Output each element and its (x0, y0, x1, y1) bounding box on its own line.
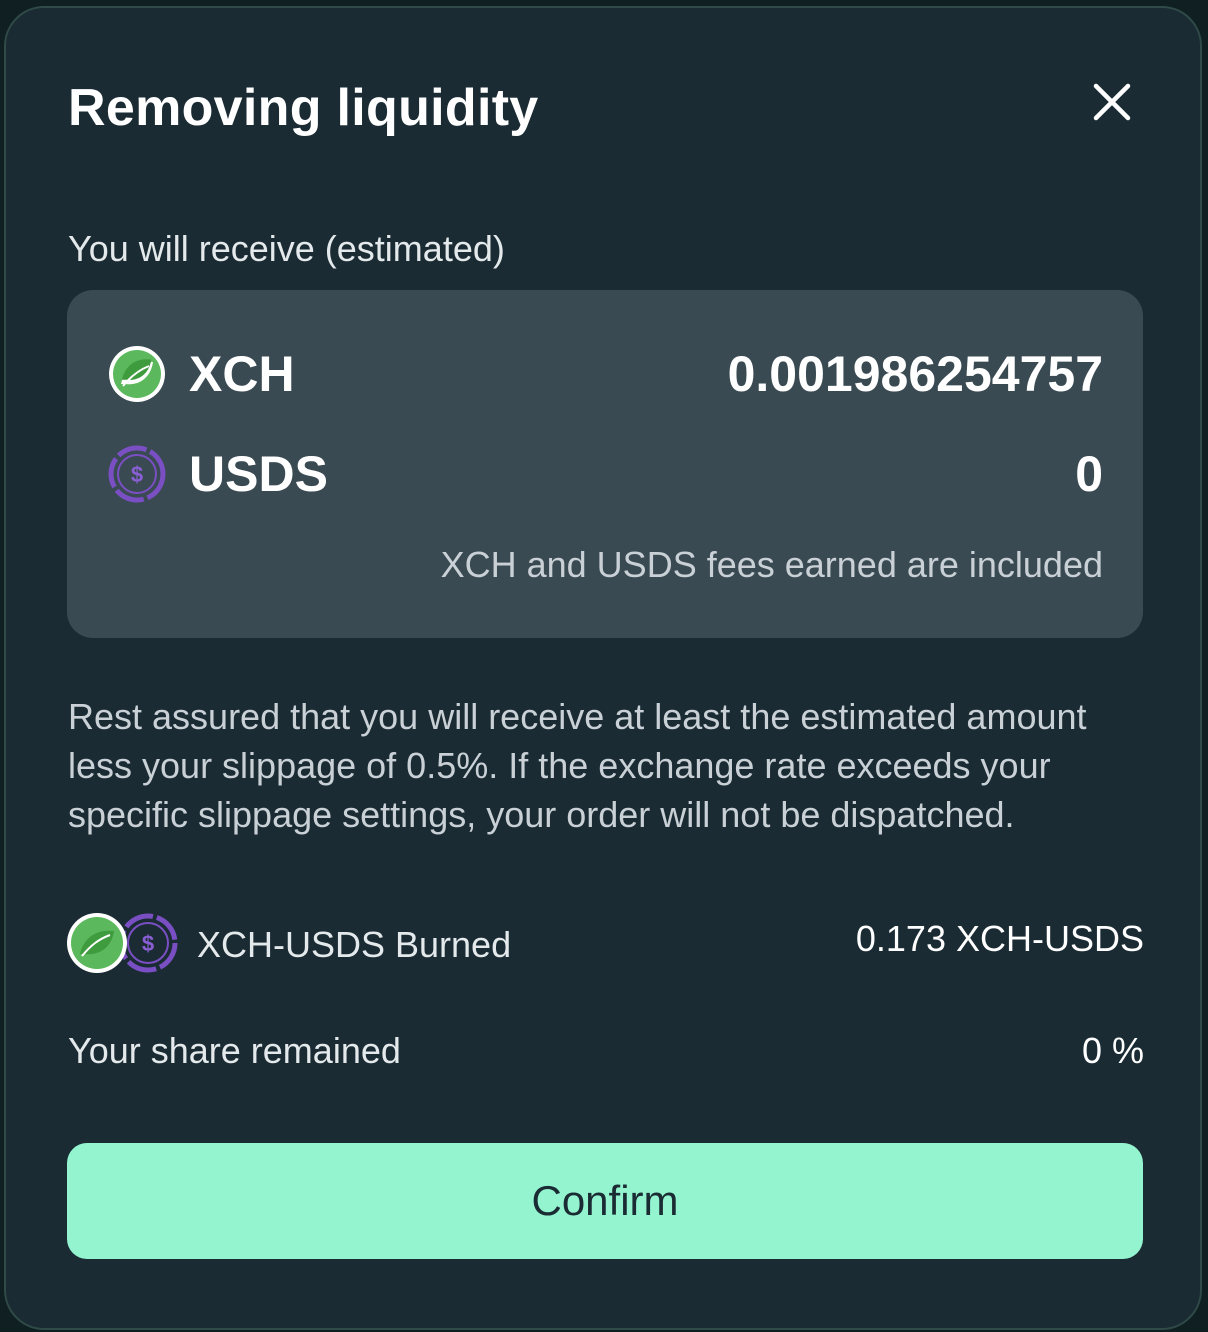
token-symbol-usds: USDS (189, 446, 328, 502)
confirm-button[interactable]: Confirm (67, 1143, 1143, 1259)
share-row: Your share remained 0 % (68, 1030, 1144, 1080)
svg-text:$: $ (142, 931, 154, 956)
receive-subtitle: You will receive (estimated) (68, 228, 505, 269)
token-row-xch: XCH 0.001986254757 (107, 344, 1103, 404)
token-symbol-xch: XCH (189, 346, 295, 402)
token-amount-xch: 0.001986254757 (727, 346, 1103, 402)
token-row-usds: $ USDS 0 (107, 444, 1103, 504)
modal-title: Removing liquidity (68, 79, 539, 137)
burn-label: XCH-USDS Burned (197, 924, 512, 965)
share-value: 0 % (1081, 1030, 1144, 1071)
token-amount-usds: 0 (1075, 446, 1103, 502)
remove-liquidity-modal: Removing liquidity You will receive (est… (4, 6, 1202, 1330)
usds-dollar-icon: $ (118, 913, 178, 973)
close-icon (1093, 83, 1131, 121)
usds-dollar-icon: $ (108, 445, 166, 503)
receive-card: XCH 0.001986254757 $ USDS 0 XCH and USDS… (67, 290, 1143, 638)
chia-leaf-icon (67, 913, 127, 973)
close-button[interactable] (1086, 76, 1138, 128)
fees-note: XCH and USDS fees earned are included (440, 544, 1103, 585)
burn-row: $ XCH-USDS Burned 0.173 XCH-USDS (66, 912, 1144, 974)
slippage-info-text: Rest assured that you will receive at le… (68, 696, 1087, 835)
burn-value: 0.173 XCH-USDS (855, 918, 1144, 959)
pair-icons: $ (67, 913, 178, 973)
share-label: Your share remained (68, 1030, 401, 1071)
svg-text:$: $ (131, 462, 143, 487)
chia-leaf-icon (109, 346, 165, 402)
